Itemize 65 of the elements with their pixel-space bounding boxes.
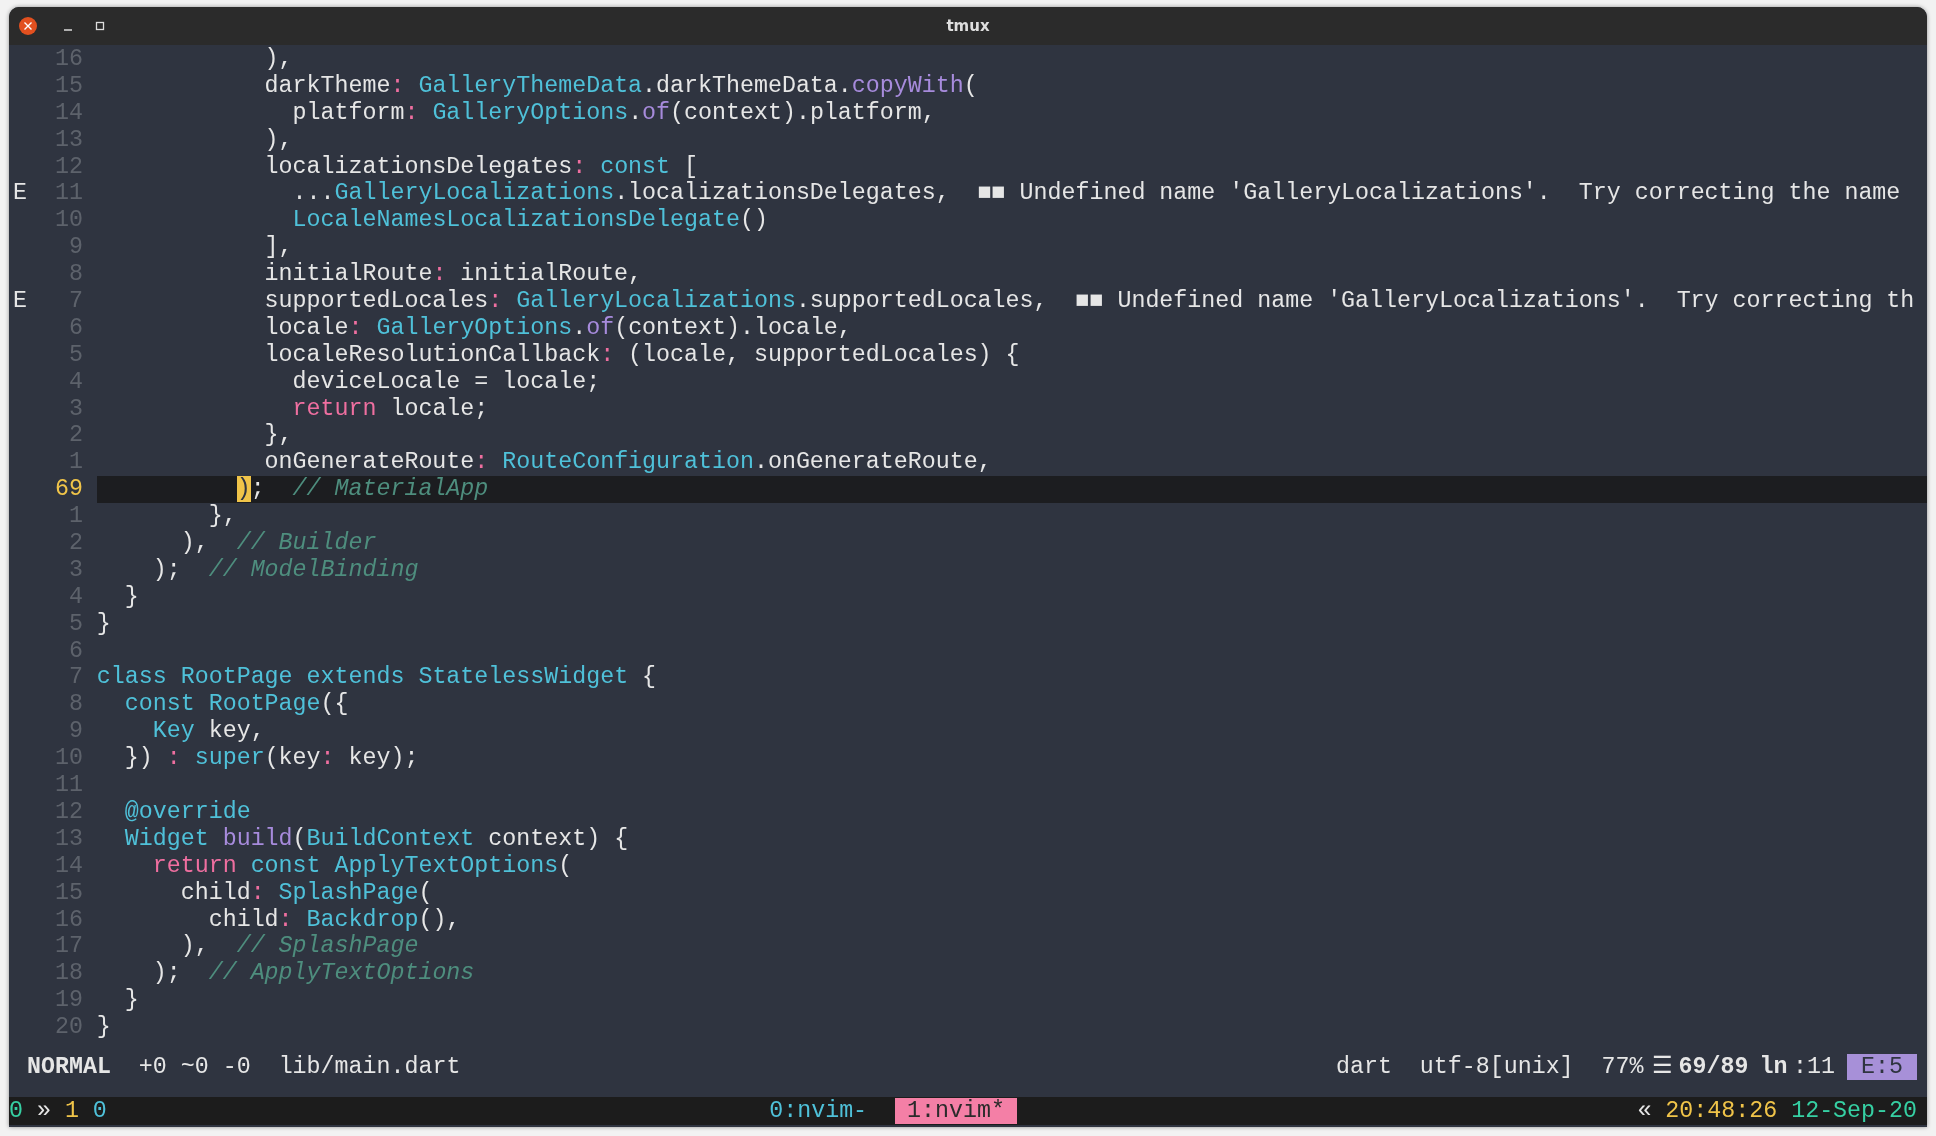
code-line: ), // SplashPage xyxy=(180,933,419,961)
code-line: Widget build(BuildContext context) { xyxy=(124,825,629,853)
code-line: @override xyxy=(124,798,251,826)
code-line: LocaleNamesLocalizationsDelegate() xyxy=(292,207,768,235)
code-line: ); // MaterialApp xyxy=(236,476,489,504)
code-line: darkTheme: GalleryThemeData.darkThemeData.copyWith( xyxy=(264,72,978,100)
git-diff-summary: +0 ~0 -0 xyxy=(138,1053,251,1081)
error-sign: E xyxy=(13,288,27,314)
code-line: child: SplashPage( xyxy=(180,879,433,907)
date-text: 12-Sep-20 xyxy=(1791,1097,1917,1125)
code-line: class RootPage extends StatelessWidget { xyxy=(96,664,657,692)
code-line: ), xyxy=(264,46,293,73)
code-line: ], xyxy=(264,234,293,262)
code-line: initialRoute: initialRoute, xyxy=(264,261,643,288)
line-position: 69/89 xyxy=(1678,1053,1749,1081)
code-line: ...GalleryLocalizations.localizationsDelegates, xyxy=(292,180,950,208)
minimize-icon xyxy=(64,29,72,31)
code-line: Key key, xyxy=(152,718,265,746)
code-line: return locale; xyxy=(292,395,489,423)
code-line: ); // ApplyTextOptions xyxy=(152,960,475,988)
close-button[interactable] xyxy=(19,17,37,35)
tmux-window-tab[interactable]: 0:nvim- xyxy=(757,1097,880,1125)
close-icon xyxy=(19,17,37,35)
code-line: localeResolutionCallback: (locale, supportedLocales) { xyxy=(264,341,1020,369)
file-path: lib/main.dart xyxy=(278,1053,461,1081)
tmux-window-tab[interactable]: 1:nvim* xyxy=(895,1097,1017,1125)
code-line: }, xyxy=(208,503,237,531)
code-line: } xyxy=(124,987,139,1015)
scroll-percent: 77% xyxy=(1601,1053,1644,1081)
code-line: }) : super(key: key); xyxy=(124,745,419,773)
error-sign: E xyxy=(13,180,27,207)
code-line: ), // Builder xyxy=(180,530,377,557)
code-line: const RootPage({ xyxy=(124,691,349,719)
code-line: return const ApplyTextOptions( xyxy=(152,852,573,880)
session-indicator: 1 xyxy=(64,1097,79,1125)
code-line: child: Backdrop(), xyxy=(208,906,461,934)
code-line: } xyxy=(124,583,139,611)
window-title: tmux xyxy=(946,17,990,35)
diagnostic-message: ■■ Undefined name 'GalleryLocalizations'. Try correcting the name xyxy=(977,180,1901,208)
file-encoding: utf-8[unix] xyxy=(1419,1053,1574,1081)
code-line: deviceLocale = locale; xyxy=(292,368,601,396)
lines-glyph: ☰ xyxy=(1651,1053,1673,1081)
file-type: dart xyxy=(1335,1053,1392,1081)
session-indicator: 0 xyxy=(9,1097,23,1125)
session-indicator: » xyxy=(36,1097,51,1125)
column-position: :11 xyxy=(1793,1053,1836,1081)
code-line: ); // ModelBinding xyxy=(152,556,419,584)
code-line: } xyxy=(96,1014,111,1041)
line-number: 69 xyxy=(54,476,83,503)
chevron-glyph: « xyxy=(1637,1097,1652,1125)
diagnostic-message: ■■ Undefined name 'GalleryLocalizations'. Try correcting th xyxy=(1075,288,1915,315)
code-line: localizationsDelegates: const [ xyxy=(264,153,699,181)
code-line: ), xyxy=(264,126,293,154)
code-line: platform: GalleryOptions.of(context).platform, xyxy=(292,99,936,127)
code-line: } xyxy=(96,610,111,638)
clock-time: 20:48:26 xyxy=(1665,1097,1778,1125)
code-line: supportedLocales: GalleryLocalizations.supportedLocales, xyxy=(264,288,1048,315)
code-line: }, xyxy=(264,422,293,450)
ln-glyph: ln xyxy=(1759,1053,1788,1081)
error-count: E:5 xyxy=(1847,1053,1917,1081)
code-line: onGenerateRoute: RouteConfiguration.onGenerateRoute, xyxy=(264,449,992,477)
maximize-icon xyxy=(95,21,105,31)
mode-indicator: NORMAL xyxy=(27,1053,111,1081)
code-line: locale: GalleryOptions.of(context).locale, xyxy=(264,314,852,342)
session-indicator: 0 xyxy=(92,1097,107,1125)
